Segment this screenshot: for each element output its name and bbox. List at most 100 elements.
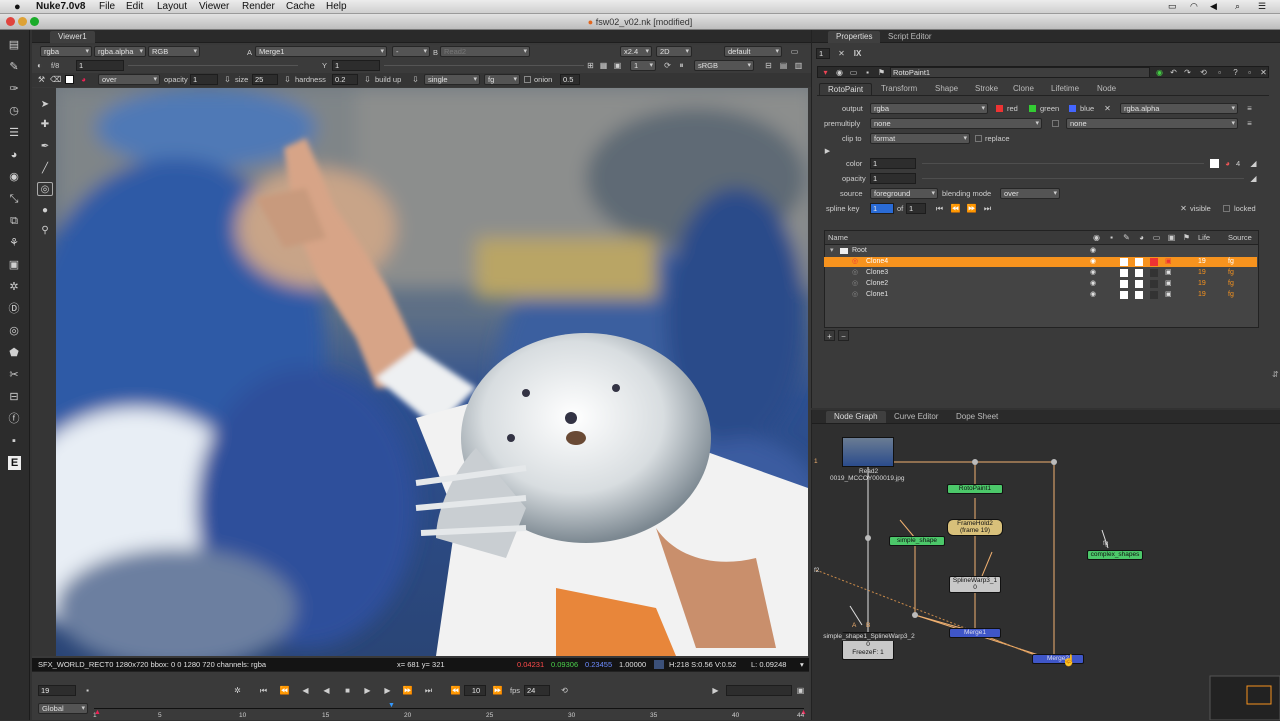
node-color-icon[interactable]: ▾ — [820, 67, 831, 78]
float-panel-icon[interactable]: IX — [852, 48, 863, 59]
opacity-prop-field[interactable]: 1 — [870, 173, 916, 184]
tools-icon[interactable]: ✂ — [6, 368, 22, 382]
layer-pen-icon[interactable] — [1120, 269, 1128, 277]
layer-color-swatch[interactable] — [1135, 258, 1143, 266]
first-frame-button[interactable]: ⏮ — [258, 685, 269, 696]
3d-icon[interactable]: ▣ — [6, 258, 22, 272]
menu-viewer[interactable]: Viewer — [199, 1, 229, 12]
merge-icon[interactable]: ⧉ — [6, 214, 22, 228]
tab-properties[interactable]: Properties — [828, 31, 881, 43]
toolbar-menu-icon[interactable]: ▤ — [6, 38, 22, 52]
fps-field[interactable]: 24 — [524, 685, 550, 696]
clear-panel-icon[interactable]: ✕ — [836, 48, 847, 59]
prev-frame-button[interactable]: ◀ — [300, 685, 311, 696]
framehold2-node[interactable]: FrameHold2 (frame 19) — [947, 519, 1003, 536]
red-checkbox[interactable] — [996, 105, 1003, 112]
tab-script-editor[interactable]: Script Editor — [880, 31, 940, 43]
clip-warning-icon[interactable]: ⊟ — [763, 60, 774, 71]
name-column-header[interactable]: Name — [828, 232, 848, 243]
settings-icon[interactable]: ▥ — [793, 60, 804, 71]
read2-node-label[interactable]: Read2 — [859, 468, 878, 475]
mask-icon[interactable]: ▦ — [598, 60, 609, 71]
node-name-field[interactable]: RotoPaint1 — [890, 67, 1150, 78]
prev-keyframe-button[interactable]: ⏪ — [279, 685, 290, 696]
next-key-icon[interactable]: ⏩ — [966, 203, 977, 214]
layer-color-swatch[interactable] — [1135, 291, 1143, 299]
gain-slider[interactable] — [128, 65, 298, 66]
clone-icon[interactable]: ◎ — [37, 182, 53, 196]
current-frame-field[interactable]: 19 — [38, 685, 76, 696]
layer-color-swatch[interactable] — [1135, 280, 1143, 288]
brush-icon[interactable]: ⚒ — [36, 74, 47, 85]
stop-button[interactable]: ■ — [342, 685, 353, 696]
last-frame-button[interactable]: ⏭ — [423, 685, 434, 696]
spline-total-field[interactable]: 1 — [906, 203, 926, 214]
layer-invert-icon[interactable] — [1150, 269, 1158, 277]
alpha-checkbox[interactable]: ✕ — [1102, 103, 1113, 114]
next-keyframe-button[interactable]: ⏩ — [402, 685, 413, 696]
clip-dropdown[interactable]: format — [870, 133, 970, 144]
metadata-icon[interactable]: ⬟ — [6, 346, 22, 360]
node-lock-icon[interactable]: ▪ — [862, 67, 873, 78]
complex-shapes-node[interactable]: complex_shapes — [1087, 550, 1143, 560]
node-link-icon[interactable]: ⚑ — [876, 67, 887, 78]
layer-eye-icon[interactable]: ◉ — [1090, 268, 1096, 278]
layer-root[interactable]: ▾ Root ◉ — [824, 246, 1257, 256]
node-expand-icon[interactable]: ▫ — [1214, 67, 1225, 78]
skip-forward-button[interactable]: ⏩ — [492, 685, 503, 696]
time-icon[interactable]: ◷ — [6, 104, 22, 118]
refresh-icon[interactable]: ⟳ — [662, 60, 673, 71]
menu-layout[interactable]: Layout — [157, 1, 187, 12]
color-icon[interactable]: ◕ — [6, 148, 22, 162]
premult-checkbox[interactable] — [1052, 120, 1059, 127]
source-column-header[interactable]: Source — [1228, 232, 1252, 243]
menu-help[interactable]: Help — [326, 1, 347, 12]
node-close-icon[interactable]: ✕ — [1258, 67, 1269, 78]
plugins-icon[interactable]: ▪ — [6, 434, 22, 448]
layer-eye-icon[interactable]: ◉ — [1090, 279, 1096, 289]
expand-arrow-icon[interactable]: ▶ — [822, 146, 833, 157]
particles-icon[interactable]: ✲ — [6, 280, 22, 294]
paint-brush-icon[interactable]: ╱ — [37, 162, 53, 176]
flipbook-icon[interactable]: ▶ — [710, 685, 721, 696]
opacity-field[interactable]: 1 — [190, 74, 218, 85]
lock-column-icon[interactable]: ▪ — [1106, 232, 1117, 243]
opacity-slider[interactable] — [922, 178, 1244, 179]
layer-color-swatch[interactable] — [1135, 269, 1143, 277]
node-question-icon[interactable]: ? — [1230, 67, 1241, 78]
simple-shape-node[interactable]: simple_shape — [889, 536, 945, 546]
node-revert-icon[interactable]: ⟲ — [1198, 67, 1209, 78]
frame-lock-icon[interactable]: ▪ — [82, 685, 93, 696]
last-key-icon[interactable]: ⏭ — [982, 203, 993, 214]
color-wheel-icon[interactable]: ◕ — [78, 74, 89, 85]
collapse-icon[interactable]: ▾ — [830, 246, 834, 256]
tab-lifetime[interactable]: Lifetime — [1043, 83, 1087, 95]
prev-key-icon[interactable]: ⏪ — [950, 203, 961, 214]
node-help-icon[interactable]: ◉ — [834, 67, 845, 78]
splinewarp2-node[interactable]: simple_shape1_SplineWarp3_2 0 FreezeF: 1 — [821, 632, 917, 660]
color-field[interactable]: 1 — [870, 158, 916, 169]
apple-icon[interactable]: ● — [14, 1, 21, 13]
gamma-field[interactable]: 1 — [332, 60, 380, 71]
layer-blend-icon[interactable]: ▣ — [1165, 268, 1172, 278]
zoom-window-button[interactable] — [30, 17, 39, 26]
alpha-channel-dropdown[interactable]: rgba.alpha — [94, 46, 146, 57]
display-icon[interactable]: ▤ — [778, 60, 789, 71]
blend-dropdown[interactable]: over — [1000, 188, 1060, 199]
gain-icon[interactable]: ◐ — [34, 60, 45, 71]
motionblur-column-icon[interactable]: ⚑ — [1181, 232, 1192, 243]
menu-render[interactable]: Render — [242, 1, 275, 12]
color-swatch[interactable] — [65, 75, 74, 84]
layer-blend-icon[interactable]: ▣ — [1165, 290, 1172, 300]
menu-edit[interactable]: Edit — [126, 1, 143, 12]
tab-stroke[interactable]: Stroke — [967, 83, 1006, 95]
node-eye-icon[interactable]: ▭ — [848, 67, 859, 78]
table-row[interactable]: ◎ Clone4 ◉ ▣ 19 fg — [824, 257, 1257, 267]
overlay-icon[interactable]: ▣ — [612, 60, 623, 71]
layer-invert-icon[interactable] — [1150, 291, 1158, 299]
screen-icon[interactable]: ▭ — [1168, 1, 1177, 12]
table-row[interactable]: ◎ Clone3 ◉ ▣ 19 fg — [824, 268, 1257, 278]
source-dropdown[interactable]: foreground — [870, 188, 938, 199]
buildup-checkbox[interactable]: ⇩ — [362, 74, 373, 85]
point-icon[interactable]: ✚ — [37, 118, 53, 132]
